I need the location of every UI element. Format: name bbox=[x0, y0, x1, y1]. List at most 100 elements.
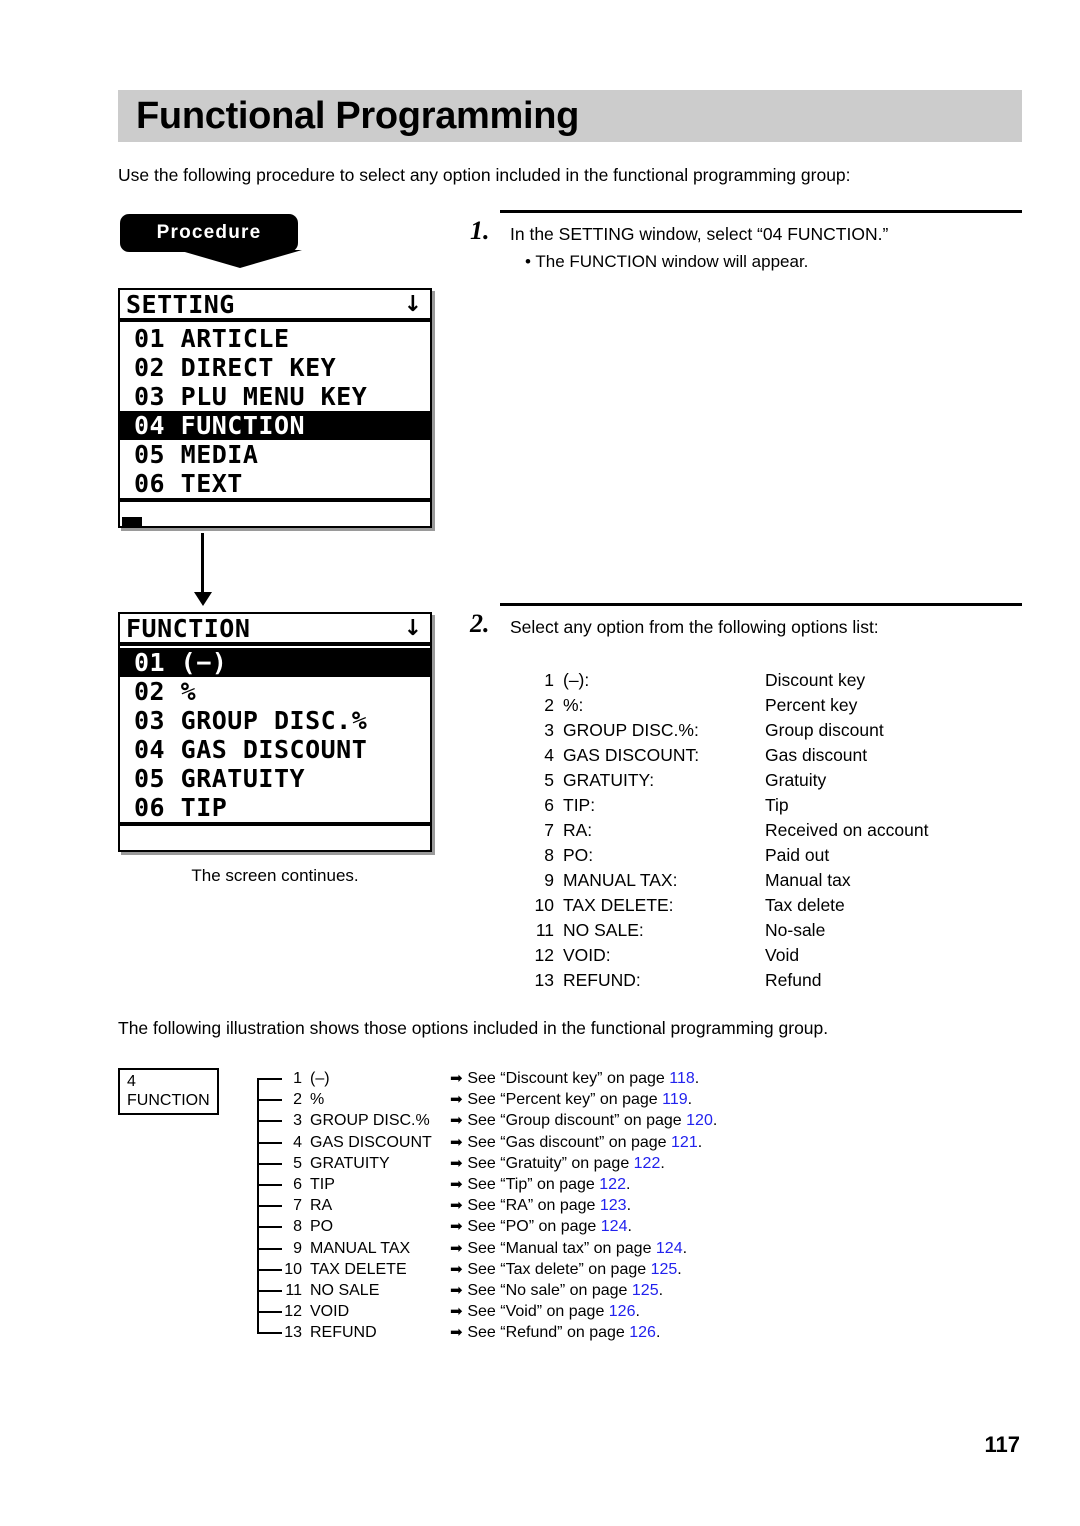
tree-cross-reference[interactable]: ➡ See “Gratuity” on page 122. bbox=[450, 1153, 665, 1174]
page-link[interactable]: 122 bbox=[634, 1155, 661, 1172]
right-arrow-icon: ➡ bbox=[450, 1090, 468, 1109]
tree-cross-reference[interactable]: ➡ See “No sale” on page 125. bbox=[450, 1280, 663, 1301]
step-2-number: 2. bbox=[470, 609, 490, 638]
tree-trunk-line bbox=[257, 1080, 259, 1335]
option-index: 6 bbox=[544, 795, 554, 815]
right-arrow-icon: ➡ bbox=[450, 1238, 468, 1257]
page-number: 117 bbox=[984, 1432, 1021, 1457]
tree-cross-reference[interactable]: ➡ See “Tip” on page 122. bbox=[450, 1174, 630, 1195]
option-row: 7 RA: Received on account bbox=[520, 818, 1025, 843]
lcd-menu-item[interactable]: 06 TIP bbox=[120, 793, 430, 822]
option-key: RA: bbox=[563, 820, 593, 840]
tree-key-label: PO bbox=[310, 1218, 334, 1236]
tree-index: 2 bbox=[293, 1091, 302, 1109]
lcd-menu-item[interactable]: 05 GRATUITY bbox=[120, 764, 430, 793]
tree-cross-reference[interactable]: ➡ See “Void” on page 126. bbox=[450, 1301, 640, 1322]
tree-cross-reference[interactable]: ➡ See “Group discount” on page 120. bbox=[450, 1110, 717, 1131]
option-key: NO SALE: bbox=[563, 920, 644, 940]
lcd-menu-item[interactable]: 03 PLU MENU KEY bbox=[120, 382, 430, 411]
page-link[interactable]: 125 bbox=[651, 1261, 678, 1278]
tree-cross-reference[interactable]: ➡ See “RA” on page 123. bbox=[450, 1195, 631, 1216]
see-text: See “Manual tax” on page bbox=[467, 1239, 656, 1257]
tree-cross-reference[interactable]: ➡ See “Refund” on page 126. bbox=[450, 1322, 660, 1343]
option-index: 13 bbox=[534, 970, 554, 990]
tree-key-label: % bbox=[310, 1091, 325, 1109]
see-text: See “No sale” on page bbox=[467, 1281, 632, 1299]
right-arrow-icon: ➡ bbox=[450, 1196, 468, 1215]
see-text-suffix: . bbox=[635, 1303, 640, 1321]
lcd-menu-item[interactable]: 06 TEXT bbox=[120, 469, 430, 498]
option-key: (–): bbox=[563, 670, 590, 690]
right-arrow-icon: ➡ bbox=[450, 1069, 468, 1087]
lcd-screen-function: FUNCTION ↓ 01 (−) 02 % 03 GROUP DISC.% 04 G… bbox=[118, 612, 432, 852]
step-2-rule bbox=[500, 603, 1022, 606]
option-key: GRATUITY: bbox=[563, 770, 655, 790]
page-link[interactable]: 122 bbox=[599, 1176, 626, 1193]
lcd-menu-item[interactable]: 01 (−) bbox=[120, 648, 430, 677]
option-description: Percent key bbox=[765, 695, 858, 715]
page-link[interactable]: 118 bbox=[669, 1070, 695, 1087]
option-index: 7 bbox=[544, 820, 554, 840]
option-description: Paid out bbox=[765, 845, 830, 865]
tree-cross-reference[interactable]: ➡ See “Gas discount” on page 121. bbox=[450, 1132, 702, 1153]
page-link[interactable]: 126 bbox=[629, 1324, 656, 1341]
option-row: 11 NO SALE: No-sale bbox=[520, 918, 1025, 943]
tree-cross-reference[interactable]: ➡ See “Percent key” on page 119. bbox=[450, 1089, 692, 1110]
lcd-menu-item[interactable]: 05 MEDIA bbox=[120, 440, 430, 469]
see-text: See “Group discount” on page bbox=[467, 1112, 687, 1130]
see-text-suffix: . bbox=[677, 1260, 682, 1278]
see-text-suffix: . bbox=[660, 1154, 665, 1172]
step-1-number: 1. bbox=[470, 216, 490, 245]
tree-cross-reference[interactable]: ➡ See “Tax delete” on page 125. bbox=[450, 1259, 682, 1280]
tree-index: 3 bbox=[293, 1112, 302, 1130]
option-index: 3 bbox=[544, 720, 554, 740]
see-text: See “Void” on page bbox=[467, 1303, 609, 1321]
page-link[interactable]: 124 bbox=[656, 1240, 683, 1257]
tree-index: 11 bbox=[285, 1281, 302, 1299]
tree-key-label: TIP bbox=[310, 1175, 335, 1193]
tree-cross-reference[interactable]: ➡ See “Manual tax” on page 124. bbox=[450, 1238, 687, 1259]
page-link[interactable]: 119 bbox=[662, 1091, 688, 1108]
lcd-function-status-bar bbox=[120, 822, 430, 850]
page-link[interactable]: 125 bbox=[632, 1282, 659, 1299]
right-arrow-icon: ➡ bbox=[450, 1217, 468, 1236]
tree-index: 13 bbox=[284, 1324, 302, 1342]
lcd-menu-item[interactable]: 04 GAS DISCOUNT bbox=[120, 735, 430, 764]
lcd-function-title-bar: FUNCTION ↓ bbox=[120, 614, 430, 646]
tree-key-label: NO SALE bbox=[310, 1281, 380, 1299]
page-link[interactable]: 126 bbox=[609, 1303, 636, 1320]
tree-index: 7 bbox=[293, 1197, 302, 1215]
see-text-suffix: . bbox=[655, 1324, 661, 1342]
option-index: 4 bbox=[544, 745, 554, 765]
option-key: TIP: bbox=[563, 795, 596, 815]
lcd-menu-item[interactable]: 03 GROUP DISC.% bbox=[120, 706, 430, 735]
tree-index: 10 bbox=[284, 1260, 302, 1278]
lcd-menu-item[interactable]: 01 ARTICLE bbox=[120, 324, 430, 353]
right-arrow-icon: ➡ bbox=[450, 1111, 468, 1130]
step-1-rule bbox=[500, 210, 1022, 213]
lcd-menu-item[interactable]: 02 % bbox=[120, 677, 430, 706]
right-arrow-icon: ➡ bbox=[450, 1323, 468, 1342]
options-list: 1 (–): Discount key 2%: Percent key 3 GROUP DI… bbox=[520, 668, 1025, 993]
page-link[interactable]: 120 bbox=[686, 1112, 713, 1129]
right-arrow-icon: ➡ bbox=[450, 1174, 468, 1193]
option-key: %: bbox=[563, 695, 584, 715]
page-link[interactable]: 124 bbox=[601, 1218, 628, 1235]
page-link[interactable]: 123 bbox=[600, 1197, 627, 1214]
screen-continues-caption: The screen continues. bbox=[191, 866, 359, 885]
tree-cross-reference[interactable]: ➡ See “Discount key” on page 118. bbox=[450, 1068, 699, 1089]
see-text: See “Discount key” on page bbox=[467, 1070, 670, 1087]
procedure-badge-tab bbox=[178, 250, 302, 268]
see-text-suffix: . bbox=[694, 1070, 700, 1087]
tree-cross-reference[interactable]: ➡ See “PO” on page 124. bbox=[450, 1216, 632, 1237]
option-index: 5 bbox=[544, 770, 554, 790]
tree-index: 1 bbox=[293, 1070, 302, 1087]
tree-key-label: (–) bbox=[310, 1070, 330, 1087]
right-arrow-icon: ➡ bbox=[450, 1132, 468, 1151]
option-row: 9 MANUAL TAX: Manual tax bbox=[520, 868, 1025, 893]
lcd-setting-title-bar: SETTING ↓ bbox=[120, 290, 430, 322]
option-key: REFUND: bbox=[563, 970, 641, 990]
lcd-menu-item[interactable]: 04 FUNCTION bbox=[120, 411, 430, 440]
page-link[interactable]: 121 bbox=[671, 1134, 698, 1151]
lcd-menu-item[interactable]: 02 DIRECT KEY bbox=[120, 353, 430, 382]
